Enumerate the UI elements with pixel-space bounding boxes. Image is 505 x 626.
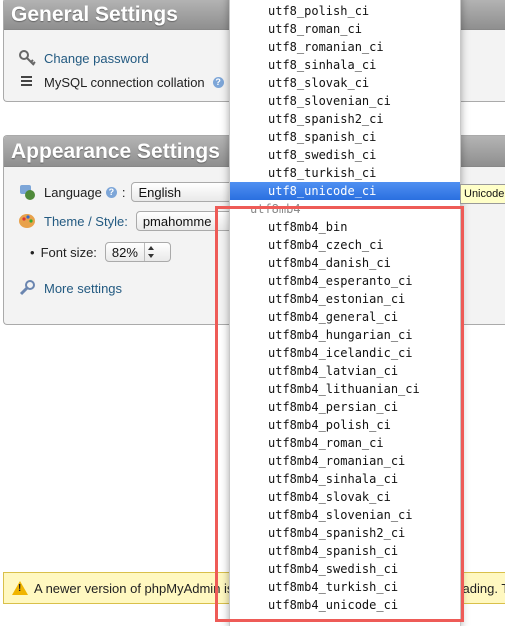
dropdown-option[interactable]: utf8mb4_estonian_ci (230, 290, 460, 308)
dropdown-option[interactable]: utf8mb4_latvian_ci (230, 362, 460, 380)
language-row: Language ? : English (18, 182, 242, 202)
font-size-select[interactable]: 82% (104, 242, 171, 262)
theme-style-link[interactable]: Theme / Style: (44, 214, 128, 229)
spinner-icon (143, 243, 157, 261)
dropdown-option[interactable]: utf8mb4_swedish_ci (230, 560, 460, 578)
dropdown-option[interactable]: utf8mb4_czech_ci (230, 236, 460, 254)
more-settings-link[interactable]: More settings (44, 281, 122, 296)
more-settings-row[interactable]: More settings (18, 279, 122, 297)
dropdown-option-selected[interactable]: utf8_unicode_ci (230, 182, 460, 200)
dropdown-option[interactable]: utf8_polish_ci (230, 2, 460, 20)
dropdown-option[interactable]: utf8_spanish_ci (230, 128, 460, 146)
language-colon: : (121, 184, 126, 200)
dropdown-option[interactable]: utf8_turkish_ci (230, 164, 460, 182)
dropdown-option[interactable]: utf8mb4_general_ci (230, 308, 460, 326)
dropdown-option[interactable]: utf8mb4_icelandic_ci (230, 344, 460, 362)
dropdown-option[interactable]: utf8_roman_ci (230, 20, 460, 38)
dropdown-option[interactable]: utf8mb4_roman_ci (230, 434, 460, 452)
font-size-value: 82% (111, 244, 138, 260)
palette-icon (18, 212, 36, 230)
dropdown-option[interactable]: utf8mb4_spanish2_ci (230, 524, 460, 542)
dropdown-option[interactable]: utf8mb4_persian_ci (230, 398, 460, 416)
dropdown-option[interactable]: utf8mb4_esperanto_ci (230, 272, 460, 290)
font-size-row: • Font size: 82% (30, 242, 171, 262)
dropdown-option[interactable]: utf8mb4_romanian_ci (230, 452, 460, 470)
dropdown-option[interactable]: utf8mb4_bin (230, 218, 460, 236)
theme-select[interactable]: pmahomme (135, 211, 236, 231)
dropdown-option[interactable]: utf8_spanish2_ci (230, 110, 460, 128)
dropdown-option[interactable]: utf8_slovenian_ci (230, 92, 460, 110)
dropdown-option[interactable]: utf8mb4_polish_ci (230, 416, 460, 434)
dropdown-option[interactable]: utf8mb4_sinhala_ci (230, 470, 460, 488)
dropdown-option[interactable]: utf8_sinhala_ci (230, 56, 460, 74)
change-password-link[interactable]: Change password (44, 51, 149, 66)
help-icon[interactable]: ? (212, 76, 224, 88)
dropdown-option[interactable]: utf8mb4_turkish_ci (230, 578, 460, 596)
dropdown-option[interactable]: utf8mb4_lithuanian_ci (230, 380, 460, 398)
dropdown-option[interactable]: utf8mb4_spanish_ci (230, 542, 460, 560)
collation-label: MySQL connection collation (44, 74, 205, 90)
dropdown-option[interactable]: utf8mb4_danish_ci (230, 254, 460, 272)
theme-row: Theme / Style: pmahomme (18, 211, 236, 231)
tooltip: Unicode (460, 184, 505, 204)
language-icon (18, 183, 36, 201)
language-select[interactable]: English (131, 182, 242, 202)
warning-icon: ! (12, 581, 28, 595)
dropdown-option[interactable]: utf8mb4_unicode_ci (230, 596, 460, 614)
collation-row: MySQL connection collation ? (18, 73, 224, 91)
key-icon (18, 49, 36, 67)
dropdown-option[interactable]: utf8mb4_slovenian_ci (230, 506, 460, 524)
dropdown-option[interactable]: utf8_slovak_ci (230, 74, 460, 92)
dropdown-option[interactable]: utf8mb4_hungarian_ci (230, 326, 460, 344)
dropdown-option[interactable]: utf8_romanian_ci (230, 38, 460, 56)
collation-dropdown[interactable]: utf8_persian_ciutf8_polish_ciutf8_roman_… (229, 0, 461, 626)
change-password-row[interactable]: Change password (18, 49, 149, 67)
dropdown-option[interactable]: utf8mb4_slovak_ci (230, 488, 460, 506)
bullet-icon: • (30, 244, 35, 260)
wrench-icon (18, 279, 36, 297)
language-label: Language (44, 184, 102, 200)
list-icon (18, 73, 36, 91)
optgroup-label: utf8mb4 (250, 202, 301, 216)
font-size-label: Font size: (40, 244, 97, 260)
help-icon[interactable]: ? (105, 186, 117, 198)
dropdown-option[interactable]: utf8_swedish_ci (230, 146, 460, 164)
